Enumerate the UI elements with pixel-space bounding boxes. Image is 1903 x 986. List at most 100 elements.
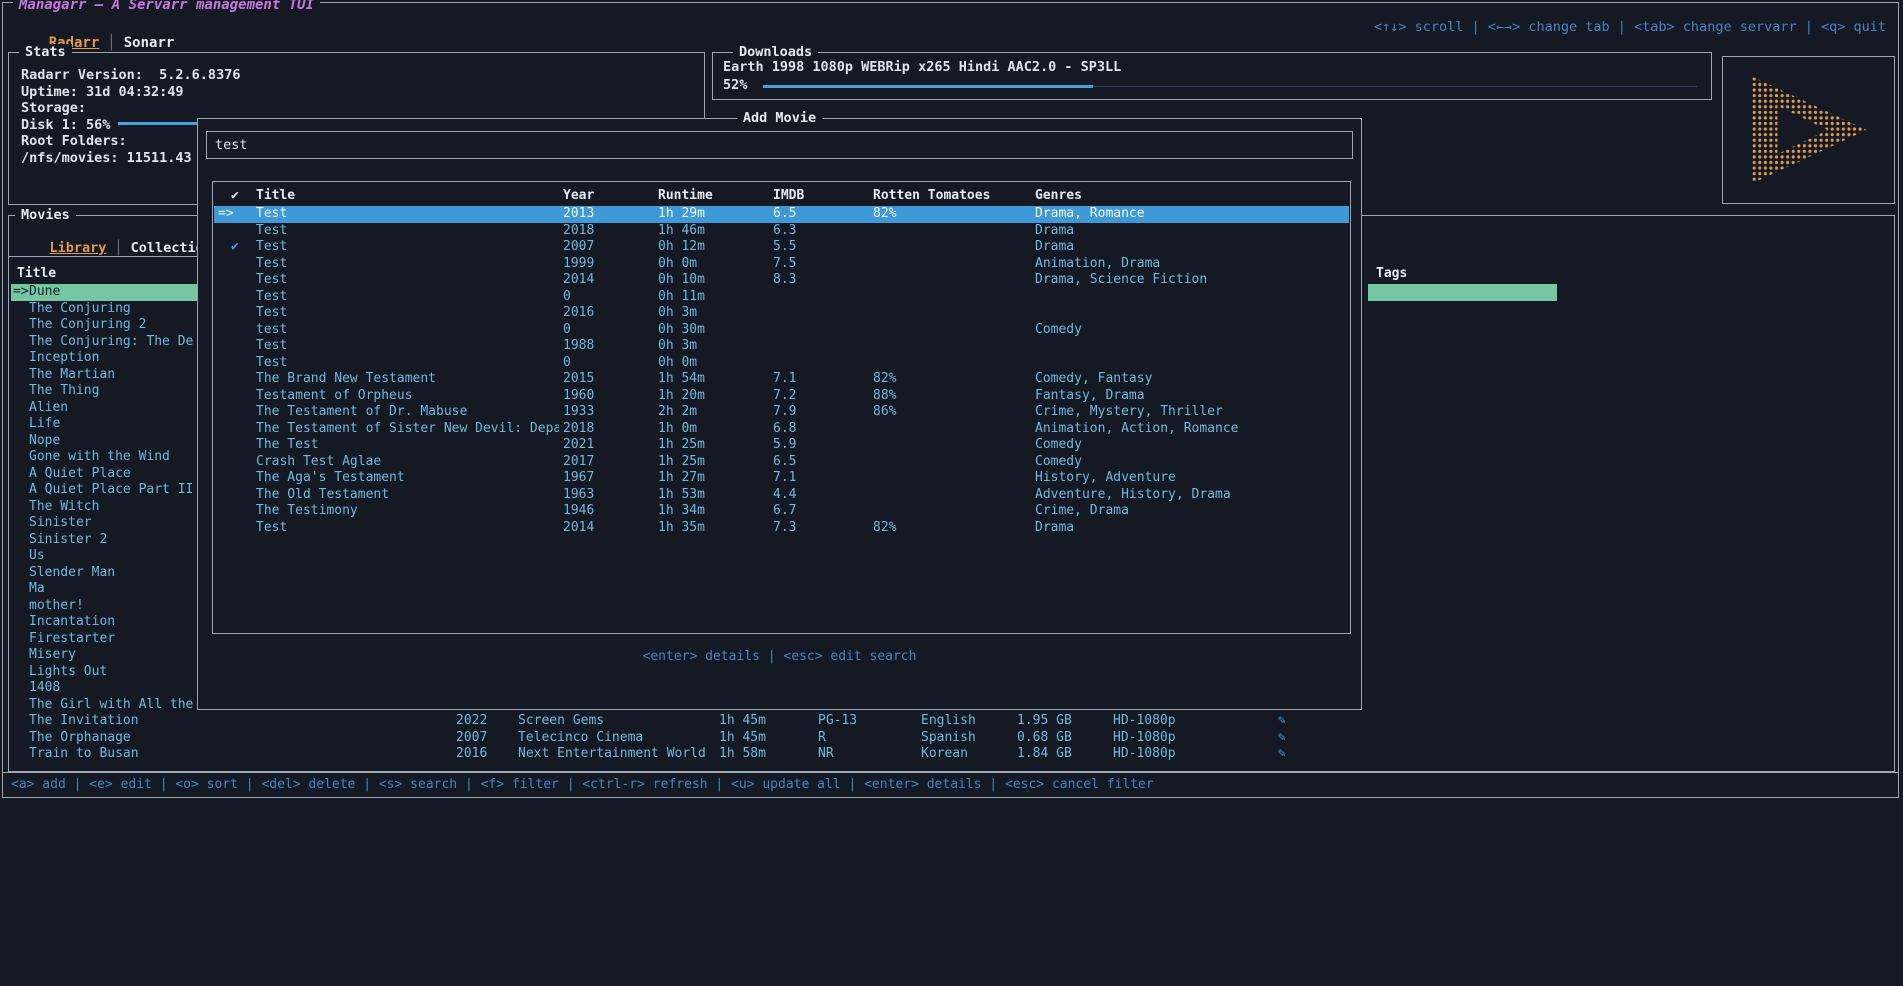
monitored-icon: ✎ [1278,746,1286,763]
result-year: 2018 [563,421,643,438]
search-result-row[interactable]: The Testament of Dr. Mabuse 1933 2h 2m 7… [214,404,1349,421]
movie-title: Firestarter [29,631,195,648]
search-result-row[interactable]: The Brand New Testament 2015 1h 54m 7.1 … [214,371,1349,388]
movie-title: Incantation [29,614,195,631]
search-result-row[interactable]: Crash Test Aglae 2017 1h 25m 6.5 Comedy [214,454,1349,471]
search-result-row[interactable]: The Test 2021 1h 25m 5.9 Comedy [214,437,1349,454]
movie-row-columns: 2022 Screen Gems 1h 45m PG-13 English 1.… [9,713,1894,730]
selection-arrow: => [13,284,29,301]
result-imdb: 6.7 [773,503,853,520]
selection-arrow: => [218,206,242,223]
movie-tags-cell [1368,614,1557,631]
search-result-row[interactable]: => Test 2013 1h 29m 6.5 82% Drama, Roman… [214,206,1349,223]
result-year: 0 [563,289,643,306]
movie-title: Lights Out [29,664,195,681]
movie-tags-cell [1368,548,1557,565]
movie-tags-cell [1368,581,1557,598]
movie-tags-cell [1368,598,1557,615]
app-title: Managarr – A Servarr management TUI [13,0,320,13]
search-result-row[interactable]: test 0 0h 30m Comedy [214,322,1349,339]
result-rotten-tomatoes: 86% [873,404,1023,421]
movie-language: English [921,713,976,730]
movie-tags-cell [1368,499,1557,516]
movies-partial-columns: 2022 Screen Gems 1h 45m PG-13 English 1.… [9,713,1894,763]
result-imdb: 6.3 [773,223,853,240]
result-runtime: 1h 29m [658,206,758,223]
search-result-row[interactable]: Test 2018 1h 46m 6.3 Drama [214,223,1349,240]
search-result-row[interactable]: Test 1999 0h 0m 7.5 Animation, Drama [214,256,1349,273]
search-result-row[interactable]: The Testimony 1946 1h 34m 6.7 Crime, Dra… [214,503,1349,520]
stat-storage-label: Storage: [21,100,694,117]
result-imdb: 6.5 [773,454,853,471]
movie-title: Slender Man [29,565,195,582]
movie-size: 1.84 GB [1017,746,1072,763]
result-genres: Comedy [1035,437,1349,454]
result-title: The Testament of Dr. Mabuse [256,404,559,421]
result-title: Test [256,305,559,322]
tab-library[interactable]: Library [50,240,107,256]
movie-title: The Martian [29,367,195,384]
result-runtime: 1h 25m [658,437,758,454]
result-imdb: 5.9 [773,437,853,454]
search-result-row[interactable]: Test 0 0h 11m [214,289,1349,306]
result-imdb: 5.5 [773,239,853,256]
result-genres: Comedy, Fantasy [1035,371,1349,388]
result-runtime: 0h 11m [658,289,758,306]
result-rotten-tomatoes: 82% [873,206,1023,223]
downloads-panel: Downloads Earth 1998 1080p WEBRip x265 H… [712,52,1712,100]
result-runtime: 0h 0m [658,355,758,372]
column-header-title: Title [17,266,56,281]
movie-studio: Telecinco Cinema [518,730,643,747]
search-result-row[interactable]: The Old Testament 1963 1h 53m 4.4 Advent… [214,487,1349,504]
download-percent: 52% [723,77,747,93]
stat-uptime: Uptime: 31d 04:32:49 [21,84,694,101]
result-title: Crash Test Aglae [256,454,559,471]
result-year: 0 [563,355,643,372]
result-imdb: 8.3 [773,272,853,289]
result-year: 1933 [563,404,643,421]
search-result-row[interactable]: Test 1988 0h 3m [214,338,1349,355]
tab-separator: │ [99,35,123,51]
movie-title: Inception [29,350,195,367]
download-item-name: Earth 1998 1080p WEBRip x265 Hindi AAC2.… [723,59,1121,75]
movie-search-box [206,131,1353,159]
movie-title: Us [29,548,195,565]
search-result-row[interactable]: The Testament of Sister New Devil: Depar… [214,421,1349,438]
movie-tags-cell [1368,631,1557,648]
result-title: The Brand New Testament [256,371,559,388]
movie-search-input[interactable] [207,132,1352,158]
result-title: Test [256,520,559,537]
movie-title: Life [29,416,195,433]
header-check-icon: ✔ [231,187,253,204]
result-title: The Old Testament [256,487,559,504]
result-genres: Animation, Action, Romance [1035,421,1349,438]
result-title: The Testimony [256,503,559,520]
add-movie-popup-title: Add Movie [737,110,822,126]
search-result-row[interactable]: The Aga's Testament 1967 1h 27m 7.1 Hist… [214,470,1349,487]
movie-language: Spanish [921,730,976,747]
movie-year: 2022 [456,713,487,730]
result-genres: Drama [1035,239,1349,256]
search-result-row[interactable]: Test 2014 1h 35m 7.3 82% Drama [214,520,1349,537]
movie-title: Gone with the Wind [29,449,195,466]
result-title: The Aga's Testament [256,470,559,487]
result-imdb: 6.8 [773,421,853,438]
movie-row-columns: 2007 Telecinco Cinema 1h 45m R Spanish 0… [9,730,1894,747]
movie-title: The Conjuring: The De [29,334,195,351]
result-title: Test [256,355,559,372]
search-result-row[interactable]: Test 0 0h 0m [214,355,1349,372]
movie-title: The Witch [29,499,195,516]
search-result-row[interactable]: Test 2016 0h 3m [214,305,1349,322]
search-result-row[interactable]: ✔ Test 2007 0h 12m 5.5 Drama [214,239,1349,256]
movie-runtime: 1h 45m [719,730,766,747]
result-genres: Comedy [1035,454,1349,471]
tab-sonarr[interactable]: Sonarr [124,35,175,51]
search-result-row[interactable]: Test 2014 0h 10m 8.3 Drama, Science Fict… [214,272,1349,289]
result-runtime: 0h 3m [658,305,758,322]
search-result-row[interactable]: Testament of Orpheus 1960 1h 20m 7.2 88%… [214,388,1349,405]
result-imdb: 7.1 [773,371,853,388]
movie-size: 1.95 GB [1017,713,1072,730]
result-imdb: 7.9 [773,404,853,421]
movie-tags-cell [1368,317,1557,334]
result-genres: History, Adventure [1035,470,1349,487]
